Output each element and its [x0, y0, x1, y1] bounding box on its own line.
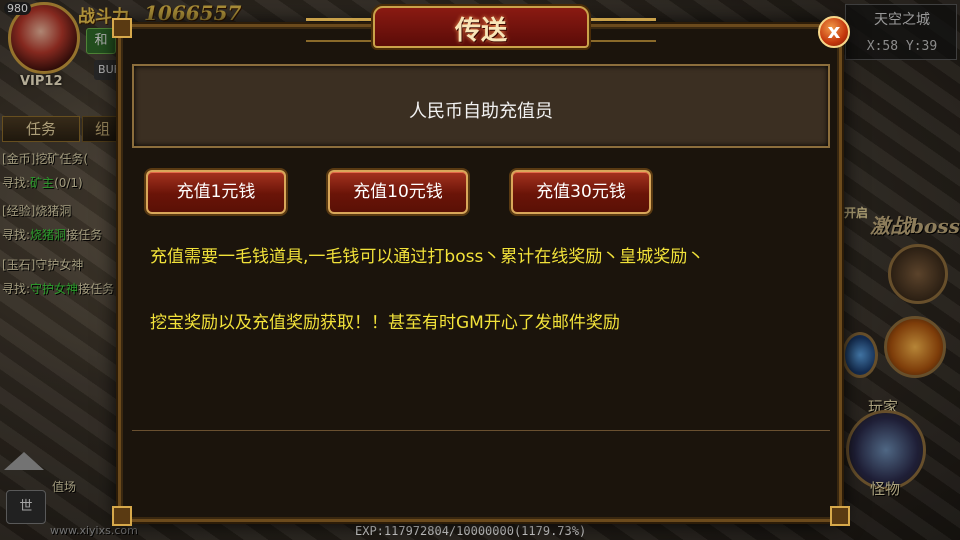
info-text-line: 充值需要一毛钱道具,一毛钱可以通过打boss丶累计在线奖励丶皇城奖励丶 [150, 247, 705, 267]
recharge-10-button[interactable]: 充值10元钱 [328, 170, 468, 214]
close-button[interactable]: x [818, 16, 850, 48]
recharge-30-button[interactable]: 充值30元钱 [511, 170, 651, 214]
title-wing-left [306, 18, 376, 42]
dialog-corner-ornament [830, 506, 850, 526]
dialog-divider [132, 430, 830, 431]
dialog-corner-ornament [112, 506, 132, 526]
npc-name: 人民币自助充值员 [409, 101, 553, 122]
title-wing-right [586, 18, 656, 42]
recharge-1-button[interactable]: 充值1元钱 [146, 170, 286, 214]
dialog-corner-ornament [112, 18, 132, 38]
exp-readout: EXP:117972804/10000000(1179.73%) [355, 524, 587, 538]
info-text-line: 挖宝奖励以及充值奖励获取！！甚至有时GM开心了发邮件奖励 [150, 313, 620, 333]
dialog-title: 传送 [454, 16, 507, 46]
npc-header: 人民币自助充值员 [132, 64, 830, 148]
